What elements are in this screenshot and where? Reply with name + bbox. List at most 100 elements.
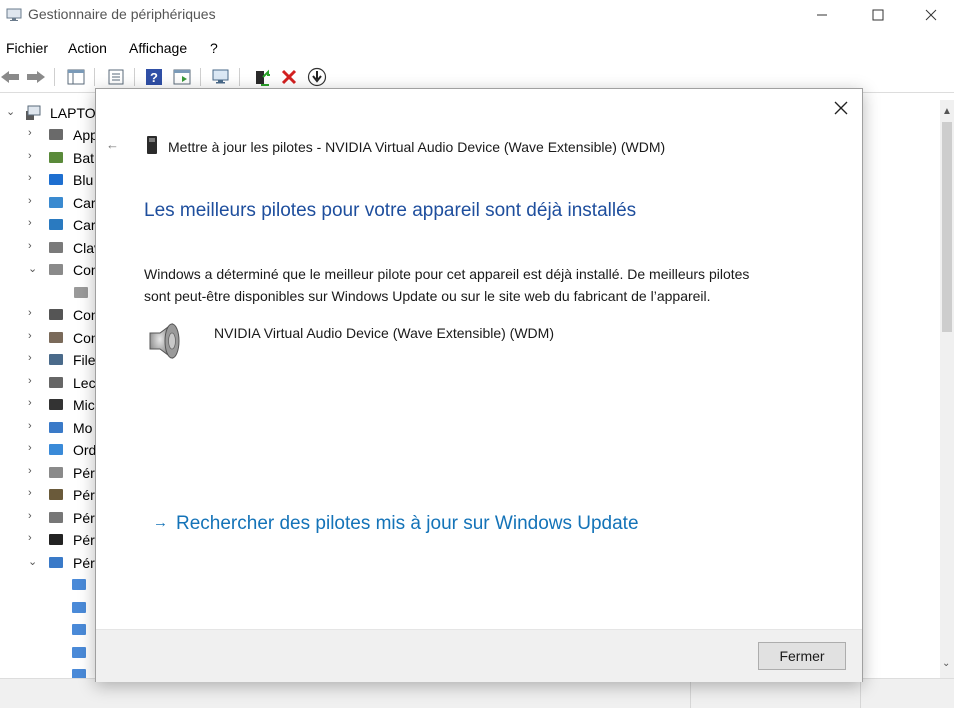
expand-chevron-icon[interactable]: › [28, 465, 38, 477]
tree-item[interactable]: › Car [0, 214, 96, 236]
download-icon [307, 67, 327, 87]
tree-item-label: Mo [73, 419, 93, 436]
maximize-button[interactable] [855, 0, 901, 30]
tree-item-label: Con [73, 262, 96, 278]
expand-chevron-icon[interactable]: › [28, 352, 38, 364]
computer-icon [26, 105, 41, 120]
body-line: sont peut-être disponibles sur Windows U… [144, 288, 711, 304]
tree-item[interactable]: › App [0, 124, 96, 146]
tree-item[interactable] [0, 574, 96, 596]
tree-item[interactable] [0, 597, 96, 619]
tree-item-label: Lect [73, 374, 96, 391]
expand-chevron-icon[interactable]: › [28, 150, 38, 162]
tree-item[interactable]: › Péri [0, 529, 96, 551]
menu-fichier[interactable]: Fichier [6, 40, 48, 56]
menu-action[interactable]: Action [68, 40, 107, 56]
status-bar [0, 678, 954, 708]
action-pane-button[interactable] [172, 67, 192, 87]
close-window-button[interactable] [908, 0, 954, 30]
help-button[interactable]: ? [144, 67, 164, 87]
tree-item[interactable]: › Mic [0, 394, 96, 416]
tree-item[interactable]: › Con [0, 304, 96, 326]
tree-item[interactable] [0, 282, 96, 304]
processor-icon [49, 399, 63, 410]
tree-item[interactable] [0, 664, 96, 678]
expand-chevron-icon[interactable]: › [28, 532, 38, 544]
tree-item[interactable]: › Con [0, 327, 96, 349]
collapse-chevron-icon[interactable]: ⌄ [28, 555, 38, 568]
minimize-icon [817, 14, 827, 16]
scroll-up-icon[interactable]: ▲ [942, 106, 952, 117]
back-button[interactable]: ← [106, 137, 119, 152]
expand-chevron-icon[interactable]: › [28, 172, 38, 184]
software-device-child-icon [72, 579, 86, 590]
update-driver-button[interactable] [251, 67, 271, 87]
minimize-button[interactable] [799, 0, 845, 30]
fermer-button[interactable]: Fermer [758, 642, 846, 670]
dialog-title: Mettre à jour les pilotes - NVIDIA Virtu… [168, 139, 666, 155]
expand-chevron-icon[interactable]: › [28, 127, 38, 139]
scan-hardware-button[interactable] [211, 67, 231, 87]
title-bar: Gestionnaire de périphériques [0, 0, 954, 30]
enable-device-button[interactable] [307, 67, 327, 87]
dialog-close-button[interactable] [830, 97, 852, 119]
expand-chevron-icon[interactable]: › [28, 240, 38, 252]
menu-bar: Fichier Action Affichage ? [0, 36, 954, 60]
uninstall-icon [281, 69, 297, 85]
tree-root[interactable]: ⌄ LAPTOP [0, 102, 96, 124]
tree-item[interactable]: › Ord [0, 439, 96, 461]
windows-update-link[interactable]: → Rechercher des pilotes mis à jour sur W… [153, 513, 639, 535]
tree-item[interactable]: › Péri [0, 484, 96, 506]
update-driver-dialog: ← Mettre à jour les pilotes - NVIDIA Vir… [95, 88, 863, 682]
tree-item[interactable]: › Clav [0, 237, 96, 259]
tree-item-label: Mic [73, 397, 95, 413]
body-line: Windows a déterminé que le meilleur pilo… [144, 266, 750, 282]
properties-button[interactable] [106, 67, 126, 87]
tree-item-label: Ord [73, 442, 96, 458]
tree-item-label: Péri [73, 532, 96, 548]
collapse-chevron-icon[interactable]: ⌄ [28, 262, 38, 275]
tree-item[interactable]: ⌄ Con [0, 259, 96, 281]
tree-item[interactable]: › Mo [0, 417, 96, 439]
expand-chevron-icon[interactable]: › [28, 442, 38, 454]
expand-chevron-icon[interactable]: › [28, 307, 38, 319]
expand-chevron-icon[interactable]: › [28, 397, 38, 409]
expand-chevron-icon[interactable]: › [28, 487, 38, 499]
tree-item[interactable]: › Péri [0, 462, 96, 484]
tree-item[interactable]: › Bat [0, 147, 96, 169]
tree-item-label: Car [73, 194, 96, 211]
tree-item[interactable]: › Lect [0, 372, 96, 394]
expand-chevron-icon[interactable]: › [28, 195, 38, 207]
expand-chevron-icon[interactable]: › [28, 375, 38, 387]
back-button[interactable] [0, 67, 20, 87]
tree-item[interactable] [0, 642, 96, 664]
collapse-chevron-icon[interactable]: ⌄ [6, 105, 16, 118]
show-hide-tree-button[interactable] [66, 67, 86, 87]
expand-chevron-icon[interactable]: › [28, 330, 38, 342]
menu-help[interactable]: ? [210, 40, 218, 56]
tree-item-label: Con [73, 307, 96, 323]
scroll-down-icon[interactable]: ⌄ [942, 658, 950, 669]
uninstall-device-button[interactable] [279, 67, 299, 87]
tree-item[interactable]: › Blu [0, 169, 96, 191]
status-divider [860, 679, 861, 708]
tree-scrollbar[interactable]: ▲ ⌄ [940, 100, 954, 678]
expand-chevron-icon[interactable]: › [28, 217, 38, 229]
speaker-icon [149, 323, 180, 359]
tree-item-label: File [73, 352, 96, 368]
menu-affichage[interactable]: Affichage [129, 40, 187, 56]
tree-item[interactable]: ⌄ Péri [0, 552, 96, 574]
expand-chevron-icon[interactable]: › [28, 510, 38, 522]
expand-chevron-icon[interactable]: › [28, 420, 38, 432]
tree-item[interactable]: › Car [0, 192, 96, 214]
tree-item[interactable] [0, 619, 96, 641]
dialog-footer: Fermer [96, 629, 862, 682]
tree-item[interactable]: › Péri [0, 507, 96, 529]
tree-item[interactable]: › File [0, 349, 96, 371]
scan-monitor-icon [212, 69, 229, 84]
forward-button[interactable] [26, 67, 46, 87]
scroll-thumb[interactable] [942, 122, 952, 332]
back-arrow-icon: ← [106, 137, 119, 152]
print-queue-icon [49, 354, 63, 365]
properties-pane-icon [67, 69, 85, 85]
